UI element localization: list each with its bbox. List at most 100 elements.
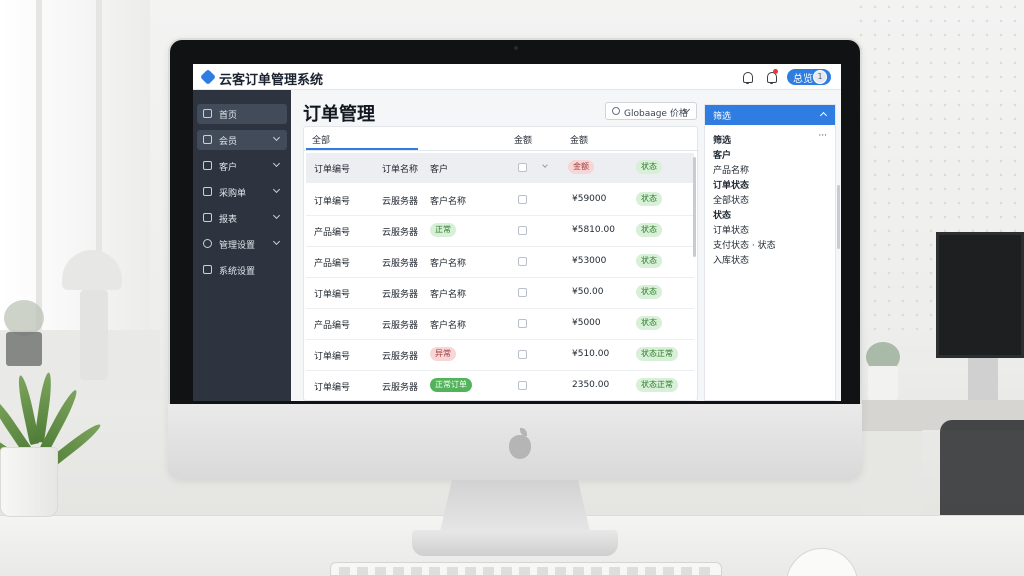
app-logo-icon (200, 69, 216, 85)
table-row[interactable]: 产品编号 云服务器 正常 ¥5810.00 状态 (306, 216, 694, 247)
gear-icon (203, 265, 212, 274)
table-header: 订单编号 订单名称 客户 金额 状态 (306, 153, 694, 183)
sidebar: 首页 会员 客户 采购单 报表 管理设置 系统设置 (193, 90, 291, 401)
amount: ¥59000 (572, 194, 607, 204)
header-checkbox[interactable] (518, 163, 527, 172)
sidebar-item-members[interactable]: 会员 (197, 130, 287, 150)
sidebar-item-home[interactable]: 首页 (197, 104, 287, 124)
filter-panel: 筛选 ··· 筛选 客户 产品名称 订单状态 全部状态 状态 订单状态 支付状态 · 状态 入库… (704, 104, 840, 401)
row-checkbox[interactable] (518, 381, 527, 390)
table-tabs: 全部 金额 金额 (304, 127, 699, 151)
table-row[interactable]: 订单编号 云服务器 正常订单 2350.00 状态正常 (306, 371, 694, 401)
sidebar-item-settings[interactable]: 系统设置 (197, 260, 287, 280)
sidebar-item-label: 首页 (219, 111, 238, 121)
bell-icon[interactable] (743, 72, 753, 84)
order-id: 产品编号 (314, 259, 351, 269)
table-scrollbar[interactable] (693, 157, 696, 257)
customer-badge: 异常 (430, 347, 456, 361)
avatar[interactable]: 1 (813, 70, 827, 84)
customer-name: 客户名称 (430, 197, 467, 207)
product-name: 云服务器 (382, 352, 419, 362)
plant-pot (0, 447, 58, 517)
sidebar-item-purchase[interactable]: 采购单 (197, 182, 287, 202)
customer-name: 客户名称 (430, 321, 467, 331)
amount: 2350.00 (572, 380, 610, 390)
row-checkbox[interactable] (518, 350, 527, 359)
tab-amount[interactable]: 金额 (514, 133, 532, 146)
tab-all[interactable]: 全部 (312, 133, 330, 146)
panel-filter-item[interactable]: 订单状态 (713, 223, 749, 236)
header-customer[interactable]: 客户 (430, 162, 448, 175)
monitor-foot (412, 530, 618, 556)
status-badge: 状态 (636, 192, 662, 206)
chevron-up-icon[interactable] (819, 111, 828, 120)
panel-filter-item[interactable]: 客户 (713, 148, 731, 161)
panel-filter-item[interactable]: 订单状态 (713, 178, 749, 191)
background-cabinet (862, 430, 922, 520)
row-checkbox[interactable] (518, 195, 527, 204)
table-row[interactable]: 订单编号 云服务器 客户名称 ¥59000 状态 (306, 185, 694, 216)
sidebar-item-label: 管理设置 (219, 241, 256, 251)
table-row[interactable]: 产品编号 云服务器 客户名称 ¥53000 状态 (306, 247, 694, 278)
product-name: 云服务器 (382, 290, 419, 300)
header-order[interactable]: 订单编号 (314, 162, 350, 175)
background-pot-right (868, 366, 898, 400)
home-icon (203, 109, 212, 118)
order-id: 订单编号 (314, 197, 351, 207)
customer-name: 客户名称 (430, 259, 467, 269)
folder-icon (203, 135, 212, 144)
panel-filter-item[interactable]: 状态 (713, 208, 731, 221)
amount: ¥5810.00 (572, 225, 615, 235)
chevron-down-icon (272, 133, 281, 142)
order-id: 产品编号 (314, 321, 351, 331)
sidebar-item-label: 系统设置 (219, 267, 256, 277)
product-name: 云服务器 (382, 321, 419, 331)
chevron-down-icon (272, 159, 281, 168)
header-status[interactable]: 状态 (636, 160, 662, 174)
status-badge: 状态 (636, 285, 662, 299)
apple-logo-icon (509, 428, 531, 459)
sidebar-item-reports[interactable]: 报表 (197, 208, 287, 228)
header-product[interactable]: 订单名称 (382, 162, 418, 175)
status-badge: 状态正常 (636, 347, 678, 361)
row-checkbox[interactable] (518, 257, 527, 266)
table-row[interactable]: 产品编号 云服务器 客户名称 ¥5000 状态 (306, 309, 694, 340)
user-menu-button[interactable]: 总览 1 (787, 69, 831, 85)
document-icon (203, 213, 212, 222)
panel-filter-item[interactable]: 全部状态 (713, 193, 749, 206)
chevron-down-icon (272, 185, 281, 194)
row-checkbox[interactable] (518, 226, 527, 235)
order-id: 订单编号 (314, 383, 351, 393)
chevron-down-icon[interactable] (542, 162, 548, 168)
panel-filter-item[interactable]: 入库状态 (713, 253, 749, 266)
tab-amount-2[interactable]: 金额 (570, 133, 588, 146)
panel-scrollbar[interactable] (837, 185, 840, 249)
panel-header[interactable]: 筛选 (705, 105, 835, 125)
row-checkbox[interactable] (518, 319, 527, 328)
chevron-down-icon (272, 211, 281, 220)
orders-table-card: 全部 金额 金额 订单编号 订单名称 客户 金额 状态 订单编号 云服务器 客户名称… (303, 126, 699, 401)
panel-filter-item[interactable]: 支付状态 · 状态 (713, 238, 776, 251)
sidebar-item-management[interactable]: 管理设置 (197, 234, 287, 254)
filter-dropdown[interactable]: Globaage 价格 (605, 102, 697, 120)
amount: ¥53000 (572, 256, 607, 266)
panel-filter-item[interactable]: 筛选 (713, 133, 731, 146)
product-name: 云服务器 (382, 197, 419, 207)
background-monitor (936, 232, 1024, 358)
table-row[interactable]: 订单编号 云服务器 异常 ¥510.00 状态正常 (306, 340, 694, 371)
table-row[interactable]: 订单编号 云服务器 客户名称 ¥50.00 状态 (306, 278, 694, 309)
sidebar-item-customers[interactable]: 客户 (197, 156, 287, 176)
more-icon[interactable]: ··· (818, 131, 827, 141)
row-checkbox[interactable] (518, 288, 527, 297)
panel-filter-item[interactable]: 产品名称 (713, 163, 749, 176)
header-amount[interactable]: 金额 (568, 160, 594, 174)
status-badge: 状态正常 (636, 378, 678, 392)
order-id: 订单编号 (314, 290, 351, 300)
background-lamp-base (80, 290, 108, 380)
product-name: 云服务器 (382, 228, 419, 238)
sidebar-item-label: 报表 (219, 215, 238, 225)
top-bar: 云客订单管理系统 总览 1 (193, 64, 841, 90)
notification-badge (773, 69, 778, 74)
chevron-down-icon (272, 237, 281, 246)
background-monitor-stand (968, 358, 998, 400)
